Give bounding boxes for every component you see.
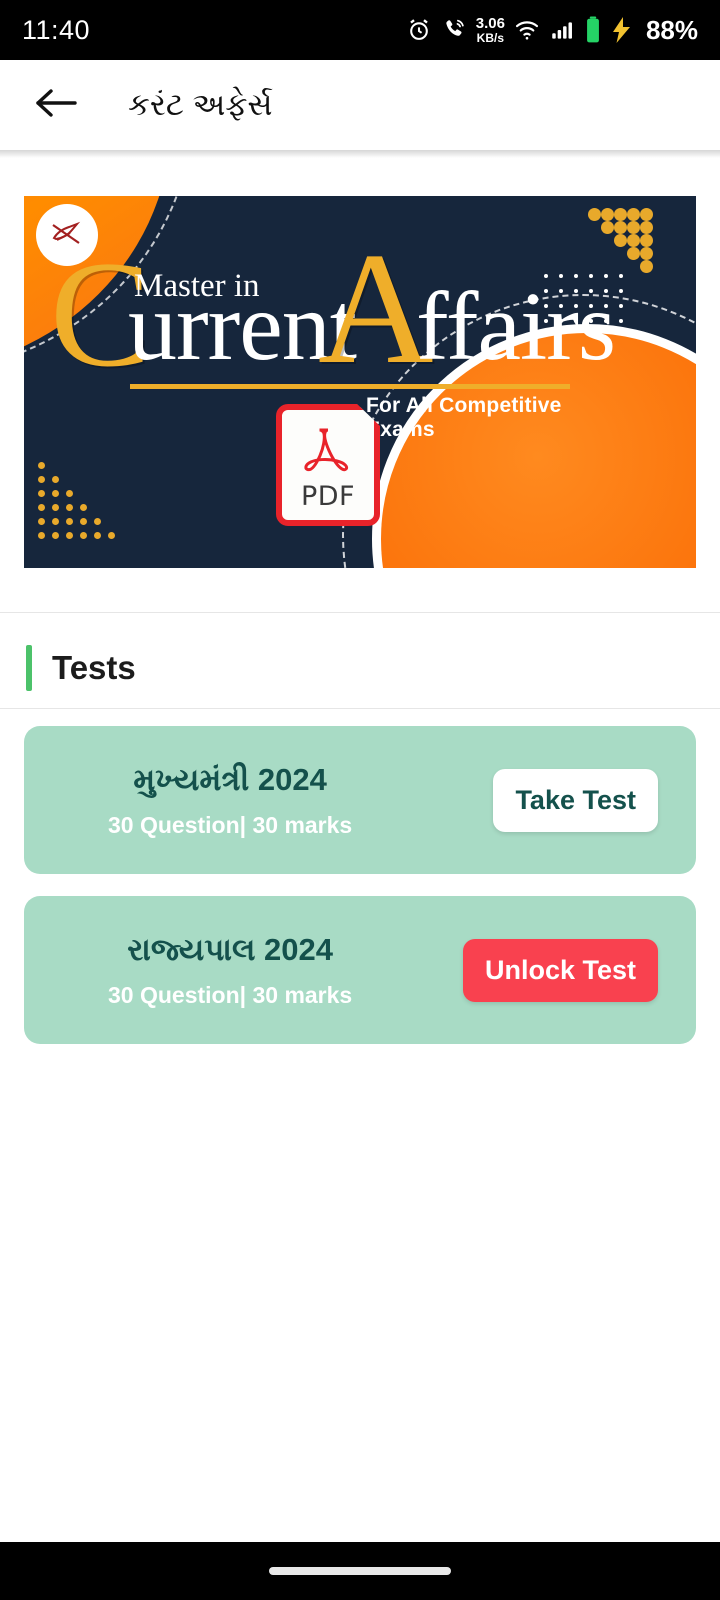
status-time: 11:40 [22, 14, 91, 45]
adobe-swirl-icon [297, 424, 359, 487]
test-card-info: મુખ્યમંત્રી 2024 30 Question| 30 marks [60, 761, 352, 839]
wifi-icon [514, 17, 540, 43]
status-bar: 11:40 3.06 KB/s 88% [0, 0, 720, 60]
tests-list: મુખ્યમંત્રી 2024 30 Question| 30 marks T… [0, 726, 720, 1066]
take-test-button[interactable]: Take Test [493, 768, 658, 832]
home-gesture-pill[interactable] [269, 1567, 451, 1575]
page-title: કરંટ અફેર્સ [128, 86, 273, 122]
app-bar: કરંટ અફેર્સ [0, 60, 720, 150]
status-icons: 3.06 KB/s 88% [406, 15, 698, 46]
system-navigation-bar [0, 1542, 720, 1600]
test-meta: 30 Question| 30 marks [108, 982, 353, 1009]
cellular-signal-icon [549, 17, 575, 43]
charging-bolt-icon [611, 17, 633, 43]
banner-wordmark: C Master in urrent A ffairs For All Comp… [50, 228, 616, 441]
test-title: રાજ્યપાલ 2024 [127, 931, 333, 967]
banner-dot-pattern-bottom-left [38, 462, 122, 546]
call-icon [441, 17, 467, 43]
test-meta: 30 Question| 30 marks [108, 812, 353, 839]
section-divider-bottom [0, 708, 720, 709]
network-speed-unit: KB/s [476, 31, 505, 45]
network-speed-indicator: 3.06 KB/s [476, 16, 505, 44]
wordmark-underline [130, 384, 570, 389]
back-arrow-icon [33, 84, 79, 127]
test-title: મુખ્યમંત્રી 2024 [133, 761, 327, 797]
back-button[interactable] [28, 77, 84, 133]
wordmark-affairs: ffairs [416, 273, 616, 381]
section-divider-top [0, 612, 720, 613]
test-card[interactable]: રાજ્યપાલ 2024 30 Question| 30 marks Unlo… [24, 896, 696, 1044]
battery-percent: 88% [645, 14, 698, 45]
unlock-test-button[interactable]: Unlock Test [462, 938, 658, 1002]
section-accent-bar [26, 645, 32, 691]
app-bar-shadow [0, 150, 720, 158]
network-speed-value: 3.06 [475, 15, 505, 32]
phone-screen: 11:40 3.06 KB/s 88% કરંટ અફેર્સ C Master… [0, 0, 720, 1600]
banner-subtitle: For All Competitive Exams [366, 394, 562, 441]
banner-dot-pattern-top-right [588, 208, 666, 273]
pdf-file-icon: PDF [276, 404, 380, 526]
tests-section-title: Tests [52, 649, 136, 686]
banner-artwork: C Master in urrent A ffairs For All Comp… [24, 196, 696, 568]
tests-section-header: Tests [0, 636, 720, 700]
test-card-info: રાજ્યપાલ 2024 30 Question| 30 marks [60, 931, 352, 1009]
battery-icon [584, 16, 602, 44]
alarm-icon [406, 17, 432, 43]
test-card[interactable]: મુખ્યમંત્રી 2024 30 Question| 30 marks T… [24, 726, 696, 874]
course-banner[interactable]: C Master in urrent A ffairs For All Comp… [24, 196, 696, 568]
